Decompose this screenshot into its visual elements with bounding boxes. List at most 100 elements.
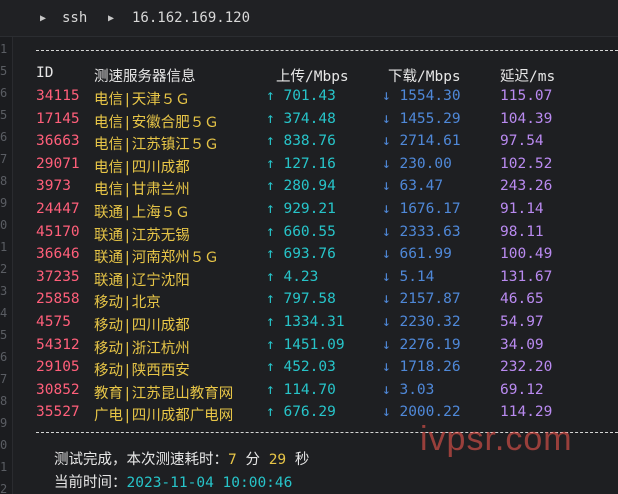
gutter-mark: 9 [0, 417, 8, 429]
download-cell: ↓ 3.03 [382, 382, 434, 398]
download-cell: ↓ 2000.22 [382, 404, 461, 420]
server-id: 35527 [36, 404, 80, 421]
server-id: 36663 [36, 133, 80, 150]
gutter-mark: 7 [0, 153, 8, 165]
arrow-down-icon: ↓ [382, 268, 391, 285]
table-row: 45170 联通|江苏无锡 ↑ 660.55 ↓ 2333.63 98.11 [18, 224, 613, 246]
arrow-up-icon: ↑ [266, 291, 275, 308]
titlebar: ▶ ssh ▶ 16.162.169.120 [0, 0, 618, 37]
download-value: 2714.61 [399, 133, 461, 150]
download-value: 2230.32 [399, 314, 461, 330]
download-value: 661.99 [399, 246, 452, 263]
upload-value: 4.23 [283, 268, 319, 285]
download-cell: ↓ 2157.87 [382, 291, 461, 307]
server-name: 联通|辽宁沈阳 [94, 272, 190, 289]
download-value: 2157.87 [399, 291, 461, 308]
upload-cell: ↑ 838.76 [266, 133, 336, 149]
download-cell: ↓ 2276.19 [382, 337, 461, 353]
download-cell: ↓ 5.14 [382, 269, 434, 285]
gutter-mark: 5 [0, 329, 8, 341]
table-row: 29105 移动|陕西西安 ↑ 452.03 ↓ 1718.26 232.20 [18, 359, 613, 381]
table-row: 36663 电信|江苏镇江５Ｇ ↑ 838.76 ↓ 2714.61 97.54 [18, 133, 613, 155]
minute-unit: 分 [245, 452, 260, 468]
upload-cell: ↑ 929.21 [266, 201, 336, 217]
arrow-up-icon: ↑ [266, 223, 275, 240]
arrow-up-icon: ↑ [266, 268, 275, 285]
arrow-down-icon: ↓ [382, 246, 391, 263]
upload-cell: ↑ 452.03 [266, 359, 336, 375]
server-name: 教育|江苏昆山教育网 [94, 385, 234, 402]
download-value: 3.03 [399, 381, 435, 398]
server-id: 37235 [36, 268, 80, 285]
upload-cell: ↑ 1334.31 [266, 314, 345, 330]
latency-value: 114.29 [500, 404, 553, 421]
latency-value: 115.07 [500, 88, 553, 104]
separator-top [36, 50, 618, 51]
download-cell: ↓ 1718.26 [382, 359, 461, 375]
download-cell: ↓ 1455.29 [382, 111, 461, 127]
arrow-up-icon: ↑ [266, 381, 275, 398]
upload-value: 838.76 [283, 133, 336, 150]
arrow-up-icon: ↑ [266, 133, 275, 150]
latency-value: 54.97 [500, 314, 544, 330]
download-cell: ↓ 230.00 [382, 156, 452, 172]
current-time-label: 当前时间： [54, 475, 127, 491]
arrow-up-icon: ↑ [266, 336, 275, 353]
terminal-window: ▶ ssh ▶ 16.162.169.120 1 5 6 5 6 7 8 9 0 1 2 3 4 5 6 7 8… [0, 0, 618, 494]
upload-value: 701.43 [283, 88, 336, 104]
upload-value: 660.55 [283, 223, 336, 240]
gutter-mark: 1 [0, 461, 8, 473]
arrow-down-icon: ↓ [382, 88, 391, 104]
arrow-up-icon: ↑ [266, 359, 275, 376]
footer-duration: 测试完成，本次测速耗时：7 分 29 秒 [54, 448, 309, 469]
gutter-mark: 1 [0, 43, 8, 55]
download-cell: ↓ 1676.17 [382, 201, 461, 217]
table-header: ID 测速服务器信息 上传/Mbps 下载/Mbps 延迟/ms [18, 65, 613, 87]
server-name: 移动|浙江杭州 [94, 340, 190, 357]
upload-value: 1334.31 [283, 314, 345, 330]
upload-value: 114.70 [283, 381, 336, 398]
download-value: 1455.29 [399, 110, 461, 127]
line-gutter: 1 5 6 5 6 7 8 9 0 1 2 3 4 5 6 7 8 9 0 1 2 [0, 37, 13, 494]
watermark-text: ivpsr.com [420, 420, 573, 458]
gutter-mark: 1 [0, 241, 8, 253]
arrow-up-icon: ↑ [266, 155, 275, 172]
gutter-mark: 5 [0, 65, 8, 77]
gutter-mark: 7 [0, 373, 8, 385]
latency-value: 104.39 [500, 110, 553, 127]
table-row: 54312 移动|浙江杭州 ↑ 1451.09 ↓ 2276.19 34.09 [18, 337, 613, 359]
server-name: 联通|河南郑州５Ｇ [94, 250, 219, 267]
breadcrumb-host[interactable]: 16.162.169.120 [132, 10, 250, 26]
gutter-mark: 9 [0, 197, 8, 209]
arrow-up-icon: ↑ [266, 110, 275, 127]
server-id: 25858 [36, 291, 80, 308]
server-name: 电信|安徽合肥５Ｇ [94, 114, 219, 131]
breadcrumb-app[interactable]: ssh [62, 10, 87, 26]
download-value: 1676.17 [399, 201, 461, 217]
upload-cell: ↑ 676.29 [266, 404, 336, 420]
latency-value: 69.12 [500, 381, 544, 398]
upload-value: 1451.09 [283, 336, 345, 353]
server-id: 30852 [36, 381, 80, 398]
arrow-down-icon: ↓ [382, 291, 391, 308]
server-id: 45170 [36, 223, 80, 240]
upload-value: 693.76 [283, 246, 336, 263]
upload-cell: ↑ 701.43 [266, 88, 336, 104]
download-cell: ↓ 661.99 [382, 246, 452, 262]
arrow-up-icon: ↑ [266, 178, 275, 195]
header-latency: 延迟/ms [500, 69, 556, 85]
server-name: 联通|上海５Ｇ [94, 205, 190, 221]
server-id: 54312 [36, 336, 80, 353]
table-row: 3973 电信|甘肃兰州 ↑ 280.94 ↓ 63.47 243.26 [18, 178, 613, 200]
second-unit: 秒 [294, 452, 310, 468]
server-name: 广电|四川成都广电网 [94, 408, 234, 425]
gutter-mark: 3 [0, 285, 8, 297]
upload-cell: ↑ 797.58 [266, 291, 336, 307]
server-id: 29105 [36, 359, 80, 376]
upload-value: 797.58 [283, 291, 336, 308]
gutter-mark: 8 [0, 175, 8, 187]
download-value: 1718.26 [399, 359, 461, 376]
arrow-down-icon: ↓ [382, 314, 391, 330]
gutter-mark: 8 [0, 395, 8, 407]
download-value: 63.47 [399, 178, 444, 195]
